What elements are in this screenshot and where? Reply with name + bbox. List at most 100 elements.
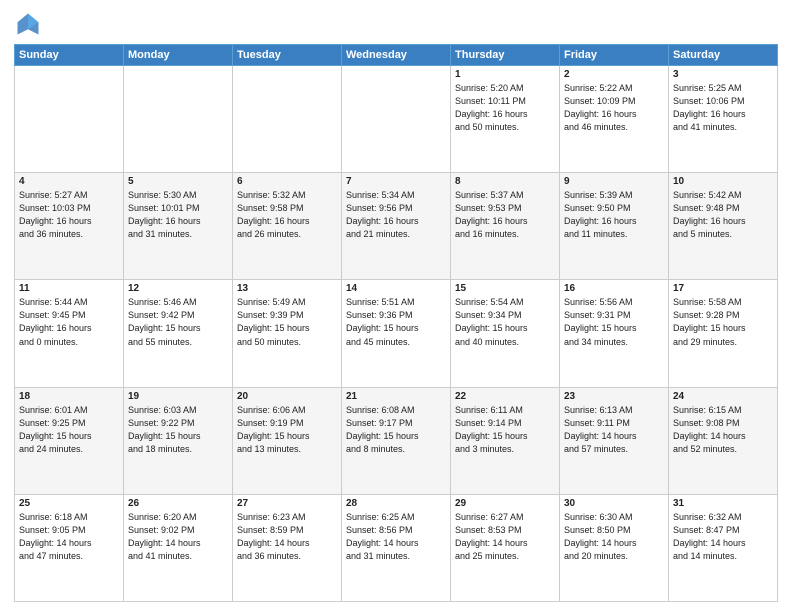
day-info: Sunrise: 5:37 AMSunset: 9:53 PMDaylight:… <box>455 189 555 241</box>
day-info: Sunrise: 5:27 AMSunset: 10:03 PMDaylight… <box>19 189 119 241</box>
day-info: Sunrise: 6:20 AMSunset: 9:02 PMDaylight:… <box>128 511 228 563</box>
weekday-header-tuesday: Tuesday <box>233 45 342 66</box>
day-info: Sunrise: 5:44 AMSunset: 9:45 PMDaylight:… <box>19 296 119 348</box>
calendar-cell: 20 Sunrise: 6:06 AMSunset: 9:19 PMDayligh… <box>233 387 342 494</box>
calendar-cell: 11 Sunrise: 5:44 AMSunset: 9:45 PMDayligh… <box>15 280 124 387</box>
calendar-cell: 16Sunrise: 5:56 AMSunset: 9:31 PMDayligh… <box>560 280 669 387</box>
day-number: 2 <box>564 69 664 80</box>
week-row-1: 4 Sunrise: 5:27 AMSunset: 10:03 PMDayligh… <box>15 173 778 280</box>
day-number: 23 <box>564 391 664 402</box>
day-info: Sunrise: 6:18 AMSunset: 9:05 PMDaylight:… <box>19 511 119 563</box>
day-number: 22 <box>455 391 555 402</box>
day-number: 16 <box>564 283 664 294</box>
day-info: Sunrise: 5:49 AMSunset: 9:39 PMDaylight:… <box>237 296 337 348</box>
calendar-cell <box>233 66 342 173</box>
day-info: Sunrise: 6:27 AMSunset: 8:53 PMDaylight:… <box>455 511 555 563</box>
day-info: Sunrise: 6:32 AMSunset: 8:47 PMDaylight:… <box>673 511 773 563</box>
day-number: 12 <box>128 283 228 294</box>
day-info: Sunrise: 6:08 AMSunset: 9:17 PMDaylight:… <box>346 404 446 456</box>
day-number: 11 <box>19 283 119 294</box>
day-number: 3 <box>673 69 773 80</box>
week-row-2: 11 Sunrise: 5:44 AMSunset: 9:45 PMDayligh… <box>15 280 778 387</box>
day-number: 27 <box>237 498 337 509</box>
day-info: Sunrise: 5:58 AMSunset: 9:28 PMDaylight:… <box>673 296 773 348</box>
calendar-cell: 4 Sunrise: 5:27 AMSunset: 10:03 PMDayligh… <box>15 173 124 280</box>
day-number: 30 <box>564 498 664 509</box>
weekday-header-row: SundayMondayTuesdayWednesdayThursdayFrid… <box>15 45 778 66</box>
day-info: Sunrise: 5:46 AMSunset: 9:42 PMDaylight:… <box>128 296 228 348</box>
calendar-cell: 9 Sunrise: 5:39 AMSunset: 9:50 PMDaylight… <box>560 173 669 280</box>
day-info: Sunrise: 6:11 AMSunset: 9:14 PMDaylight:… <box>455 404 555 456</box>
calendar-cell: 25 Sunrise: 6:18 AMSunset: 9:05 PMDayligh… <box>15 494 124 601</box>
day-number: 13 <box>237 283 337 294</box>
calendar-cell: 13 Sunrise: 5:49 AMSunset: 9:39 PMDayligh… <box>233 280 342 387</box>
day-number: 1 <box>455 69 555 80</box>
day-number: 25 <box>19 498 119 509</box>
header <box>14 10 778 38</box>
day-number: 14 <box>346 283 446 294</box>
day-info: Sunrise: 5:25 AMSunset: 10:06 PMDaylight… <box>673 82 773 134</box>
day-info: Sunrise: 5:20 AMSunset: 10:11 PMDaylight… <box>455 82 555 134</box>
day-number: 7 <box>346 176 446 187</box>
day-number: 20 <box>237 391 337 402</box>
calendar-cell: 2 Sunrise: 5:22 AMSunset: 10:09 PMDayligh… <box>560 66 669 173</box>
day-info: Sunrise: 6:13 AMSunset: 9:11 PMDaylight:… <box>564 404 664 456</box>
calendar-cell <box>342 66 451 173</box>
day-number: 6 <box>237 176 337 187</box>
day-info: Sunrise: 6:03 AMSunset: 9:22 PMDaylight:… <box>128 404 228 456</box>
day-info: Sunrise: 5:30 AMSunset: 10:01 PMDaylight… <box>128 189 228 241</box>
day-info: Sunrise: 6:25 AMSunset: 8:56 PMDaylight:… <box>346 511 446 563</box>
day-info: Sunrise: 5:51 AMSunset: 9:36 PMDaylight:… <box>346 296 446 348</box>
calendar-cell: 28 Sunrise: 6:25 AMSunset: 8:56 PMDayligh… <box>342 494 451 601</box>
calendar-cell: 26 Sunrise: 6:20 AMSunset: 9:02 PMDayligh… <box>124 494 233 601</box>
day-info: Sunrise: 6:01 AMSunset: 9:25 PMDaylight:… <box>19 404 119 456</box>
day-info: Sunrise: 5:39 AMSunset: 9:50 PMDaylight:… <box>564 189 664 241</box>
weekday-header-sunday: Sunday <box>15 45 124 66</box>
day-number: 15 <box>455 283 555 294</box>
day-info: Sunrise: 6:06 AMSunset: 9:19 PMDaylight:… <box>237 404 337 456</box>
day-number: 4 <box>19 176 119 187</box>
day-number: 24 <box>673 391 773 402</box>
day-info: Sunrise: 5:22 AMSunset: 10:09 PMDaylight… <box>564 82 664 134</box>
logo <box>14 10 46 38</box>
weekday-header-thursday: Thursday <box>451 45 560 66</box>
calendar-cell: 18Sunrise: 6:01 AMSunset: 9:25 PMDayligh… <box>15 387 124 494</box>
day-number: 8 <box>455 176 555 187</box>
weekday-header-saturday: Saturday <box>669 45 778 66</box>
calendar-cell: 22 Sunrise: 6:11 AMSunset: 9:14 PMDayligh… <box>451 387 560 494</box>
calendar-cell: 24 Sunrise: 6:15 AMSunset: 9:08 PMDayligh… <box>669 387 778 494</box>
week-row-4: 25 Sunrise: 6:18 AMSunset: 9:05 PMDayligh… <box>15 494 778 601</box>
day-info: Sunrise: 5:32 AMSunset: 9:58 PMDaylight:… <box>237 189 337 241</box>
day-number: 9 <box>564 176 664 187</box>
day-number: 26 <box>128 498 228 509</box>
day-number: 19 <box>128 391 228 402</box>
calendar-cell <box>124 66 233 173</box>
calendar-cell: 15 Sunrise: 5:54 AMSunset: 9:34 PMDayligh… <box>451 280 560 387</box>
calendar-cell: 8 Sunrise: 5:37 AMSunset: 9:53 PMDaylight… <box>451 173 560 280</box>
calendar-table: SundayMondayTuesdayWednesdayThursdayFrid… <box>14 44 778 602</box>
calendar-cell: 10 Sunrise: 5:42 AMSunset: 9:48 PMDayligh… <box>669 173 778 280</box>
day-info: Sunrise: 6:15 AMSunset: 9:08 PMDaylight:… <box>673 404 773 456</box>
calendar-cell: 5 Sunrise: 5:30 AMSunset: 10:01 PMDayligh… <box>124 173 233 280</box>
calendar-cell: 6 Sunrise: 5:32 AMSunset: 9:58 PMDaylight… <box>233 173 342 280</box>
day-number: 5 <box>128 176 228 187</box>
day-number: 10 <box>673 176 773 187</box>
day-number: 31 <box>673 498 773 509</box>
calendar-cell: 14 Sunrise: 5:51 AMSunset: 9:36 PMDayligh… <box>342 280 451 387</box>
day-info: Sunrise: 5:42 AMSunset: 9:48 PMDaylight:… <box>673 189 773 241</box>
day-number: 17 <box>673 283 773 294</box>
day-number: 28 <box>346 498 446 509</box>
day-info: Sunrise: 6:23 AMSunset: 8:59 PMDaylight:… <box>237 511 337 563</box>
day-number: 29 <box>455 498 555 509</box>
day-info: Sunrise: 5:54 AMSunset: 9:34 PMDaylight:… <box>455 296 555 348</box>
calendar-cell: 30 Sunrise: 6:30 AMSunset: 8:50 PMDayligh… <box>560 494 669 601</box>
calendar-cell: 27 Sunrise: 6:23 AMSunset: 8:59 PMDayligh… <box>233 494 342 601</box>
calendar-cell: 1 Sunrise: 5:20 AMSunset: 10:11 PMDayligh… <box>451 66 560 173</box>
calendar-cell: 21Sunrise: 6:08 AMSunset: 9:17 PMDayligh… <box>342 387 451 494</box>
calendar-cell: 29 Sunrise: 6:27 AMSunset: 8:53 PMDayligh… <box>451 494 560 601</box>
weekday-header-friday: Friday <box>560 45 669 66</box>
calendar-cell: 7Sunrise: 5:34 AMSunset: 9:56 PMDaylight… <box>342 173 451 280</box>
calendar-cell: 31 Sunrise: 6:32 AMSunset: 8:47 PMDayligh… <box>669 494 778 601</box>
day-info: Sunrise: 6:30 AMSunset: 8:50 PMDaylight:… <box>564 511 664 563</box>
logo-icon <box>14 10 42 38</box>
